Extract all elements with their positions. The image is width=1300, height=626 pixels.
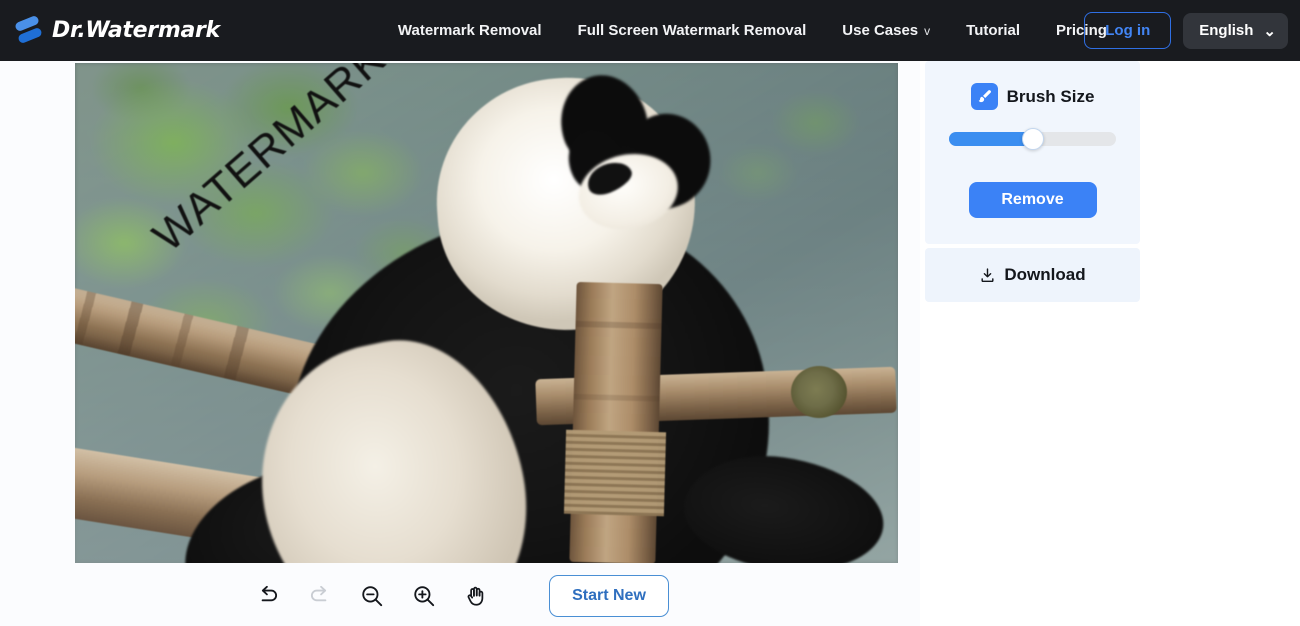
download-label: Download — [1004, 265, 1085, 285]
download-icon — [979, 267, 996, 284]
zoom-in-button[interactable] — [407, 579, 441, 613]
nav-item-tutorial[interactable]: Tutorial — [948, 16, 1038, 45]
top-header: Dr.Watermark Watermark Removal Full Scre… — [0, 0, 1300, 61]
brand-logo[interactable]: Dr.Watermark — [12, 16, 220, 46]
edited-image[interactable]: WATERMARK — [75, 63, 898, 563]
pan-hand-icon — [463, 583, 489, 609]
nav-item-full-screen-watermark-removal[interactable]: Full Screen Watermark Removal — [560, 16, 825, 45]
brush-size-label: Brush Size — [1007, 87, 1095, 107]
brush-panel-card: Brush Size Remove — [925, 61, 1140, 244]
remove-button[interactable]: Remove — [969, 182, 1097, 218]
zoom-out-icon — [359, 583, 385, 609]
paintbrush-icon — [971, 83, 998, 110]
chevron-down-icon: v — [924, 24, 930, 38]
log-end-cap — [791, 366, 847, 418]
brush-size-slider[interactable] — [949, 132, 1116, 146]
slider-fill — [949, 132, 1033, 146]
download-button[interactable]: Download — [925, 248, 1140, 302]
header-actions: Log in English ⌄ — [1084, 0, 1288, 61]
nav-label: Tutorial — [966, 22, 1020, 39]
wooden-post — [569, 282, 662, 563]
image-canvas-area[interactable]: WATERMARK — [0, 61, 920, 626]
nav-item-watermark-removal[interactable]: Watermark Removal — [380, 16, 560, 45]
brush-size-header: Brush Size — [971, 83, 1095, 110]
nav-label: Watermark Removal — [398, 22, 542, 39]
tools-panel: Brush Size Remove Download — [925, 61, 1140, 302]
chevron-down-icon: ⌄ — [1263, 22, 1276, 40]
brand-name: Dr.Watermark — [52, 18, 220, 43]
nav-label: Full Screen Watermark Removal — [578, 22, 807, 39]
language-label: English — [1199, 22, 1253, 39]
language-selector[interactable]: English ⌄ — [1183, 13, 1288, 49]
nav-item-use-cases[interactable]: Use Cases v — [824, 16, 948, 45]
login-button[interactable]: Log in — [1084, 12, 1171, 49]
bottom-toolbar: Start New — [0, 565, 920, 626]
workspace: WATERMARK — [0, 61, 1300, 626]
pan-button[interactable] — [459, 579, 493, 613]
slider-thumb[interactable] — [1022, 128, 1044, 150]
start-new-button[interactable]: Start New — [549, 575, 669, 617]
main-nav: Watermark Removal Full Screen Watermark … — [380, 16, 1125, 45]
dr-watermark-logo-icon — [12, 16, 44, 46]
rope-wrap — [564, 429, 666, 516]
redo-button[interactable] — [303, 579, 337, 613]
zoom-in-icon — [411, 583, 437, 609]
paintbrush-glyph — [976, 88, 993, 105]
undo-icon — [255, 583, 281, 609]
redo-icon — [307, 583, 333, 609]
zoom-out-button[interactable] — [355, 579, 389, 613]
nav-label: Use Cases — [842, 22, 918, 39]
undo-button[interactable] — [251, 579, 285, 613]
